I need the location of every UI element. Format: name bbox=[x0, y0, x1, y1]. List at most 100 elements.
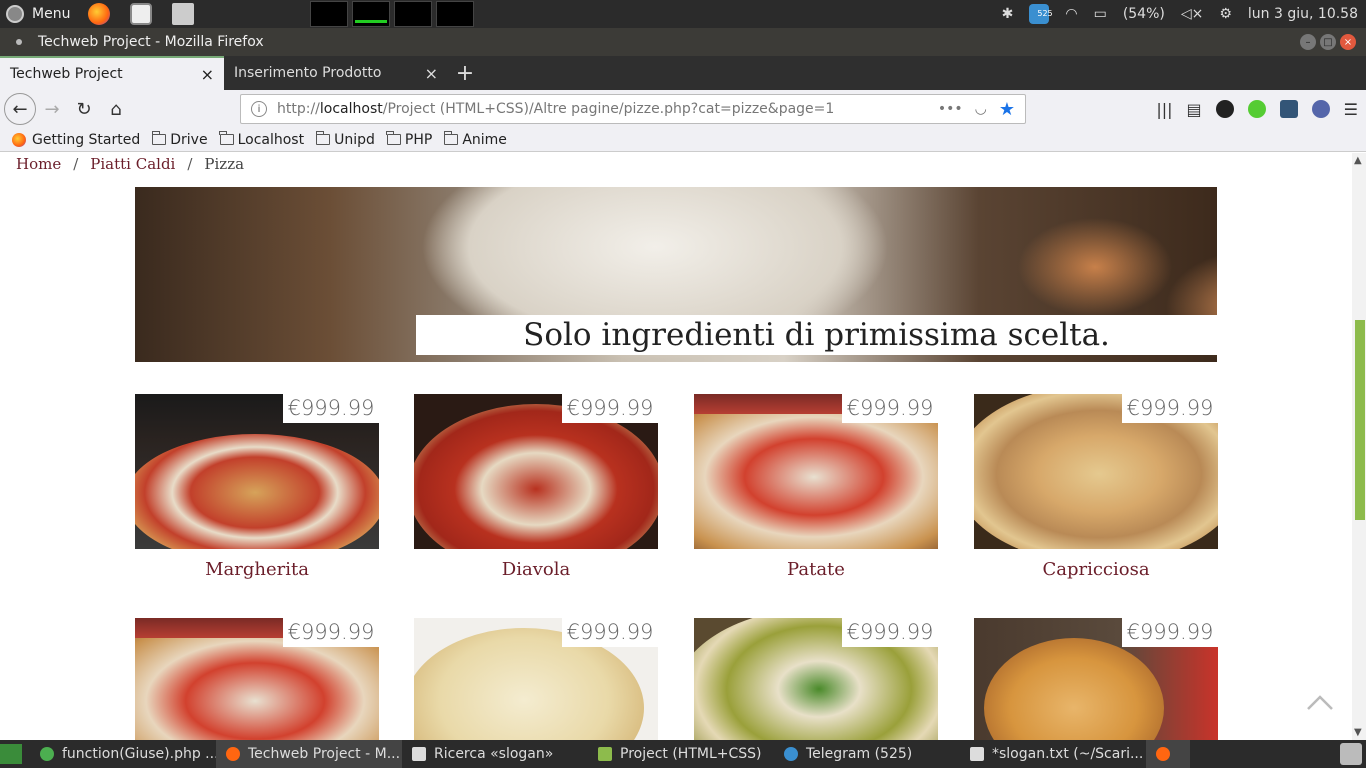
product-image: €999.99 bbox=[974, 394, 1218, 549]
close-tab-icon[interactable]: × bbox=[201, 65, 214, 84]
taskbar-item[interactable]: Telegram (525) bbox=[774, 740, 960, 768]
telegram-tray-icon[interactable]: 525 bbox=[1021, 4, 1057, 24]
breadcrumb-home-link[interactable]: Home bbox=[16, 155, 61, 173]
product-name: Capricciosa bbox=[1042, 559, 1150, 580]
product-card[interactable]: €999.99 bbox=[414, 618, 658, 740]
extension-green-icon[interactable] bbox=[1247, 100, 1266, 118]
extension-sync-icon[interactable] bbox=[1311, 100, 1330, 118]
folder-icon bbox=[443, 131, 459, 145]
document-icon bbox=[412, 747, 426, 761]
product-price: €999.99 bbox=[1122, 394, 1218, 423]
bookmark-localhost[interactable]: Localhost bbox=[219, 131, 304, 148]
back-to-top-chevron-icon[interactable] bbox=[1306, 690, 1334, 718]
memory-monitor bbox=[352, 1, 391, 27]
url-host: localhost bbox=[319, 101, 383, 117]
show-desktop-icon[interactable] bbox=[0, 744, 22, 764]
scrollbar-thumb[interactable] bbox=[1355, 320, 1365, 520]
maximize-button[interactable]: □ bbox=[1320, 34, 1336, 50]
pocket-icon[interactable]: ◡ bbox=[975, 101, 987, 117]
hamburger-menu-icon[interactable]: ☰ bbox=[1344, 100, 1358, 119]
product-image: €999.99 bbox=[694, 618, 938, 740]
product-card-diavola[interactable]: €999.99 Diavola bbox=[414, 394, 658, 580]
tab-inserimento-prodotto[interactable]: Inserimento Prodotto × bbox=[224, 56, 448, 90]
product-card[interactable]: €999.99 bbox=[135, 618, 379, 740]
tab-techweb-project[interactable]: Techweb Project × bbox=[0, 56, 224, 90]
minimize-button[interactable]: – bbox=[1300, 34, 1316, 50]
url-bar[interactable]: i http://localhost/Project (HTML+CSS)/Al… bbox=[240, 94, 1026, 124]
back-button[interactable]: ← bbox=[4, 93, 36, 125]
taskbar-label: Telegram (525) bbox=[806, 746, 913, 762]
site-info-icon[interactable]: i bbox=[251, 101, 267, 117]
bookmark-unipd[interactable]: Unipd bbox=[315, 131, 375, 148]
taskbar: function(Giuse).php ... Techweb Project … bbox=[0, 740, 1366, 768]
library-icon[interactable]: ||| bbox=[1156, 100, 1172, 119]
taskbar-item[interactable]: Project (HTML+CSS) bbox=[588, 740, 774, 768]
home-button[interactable]: ⌂ bbox=[100, 93, 132, 125]
wifi-icon[interactable]: ◠ bbox=[1057, 6, 1085, 22]
extension-dark-icon[interactable] bbox=[1215, 100, 1234, 118]
taskbar-item[interactable]: *slogan.txt (~/Scari... bbox=[960, 740, 1146, 768]
breadcrumb-piatti-caldi-link[interactable]: Piatti Caldi bbox=[90, 155, 175, 173]
taskbar-item[interactable]: Ricerca «slogan» bbox=[402, 740, 588, 768]
battery-icon[interactable]: ▭ bbox=[1086, 6, 1115, 22]
product-card-patate[interactable]: €999.99 Patate bbox=[694, 394, 938, 580]
folder-icon bbox=[315, 131, 331, 145]
page-scrollbar[interactable]: ▲ ▼ bbox=[1352, 153, 1366, 740]
bookmark-anime[interactable]: Anime bbox=[443, 131, 507, 148]
menu-label: Menu bbox=[32, 6, 71, 22]
product-image: €999.99 bbox=[694, 394, 938, 549]
close-window-button[interactable]: × bbox=[1340, 34, 1356, 50]
taskbar-item[interactable] bbox=[1146, 740, 1190, 768]
page-content: Home / Piatti Caldi / Pizza Solo ingredienti… bbox=[0, 153, 1352, 740]
product-card-margherita[interactable]: €999.99 Margherita bbox=[135, 394, 379, 580]
bookmarks-toolbar: Getting Started Drive Localhost Unipd PH… bbox=[0, 128, 1366, 152]
breadcrumb-current: Pizza bbox=[204, 155, 245, 173]
window-menu-icon[interactable] bbox=[16, 39, 22, 45]
product-card[interactable]: €999.99 bbox=[694, 618, 938, 740]
settings-gear-icon[interactable]: ⚙ bbox=[1211, 6, 1240, 22]
start-menu-button[interactable]: Menu bbox=[0, 0, 78, 28]
extension-blue-icon[interactable] bbox=[1279, 100, 1298, 118]
product-name: Patate bbox=[787, 559, 845, 580]
bookmark-drive[interactable]: Drive bbox=[151, 131, 208, 148]
bookmark-star-icon[interactable]: ★ bbox=[999, 99, 1015, 120]
telegram-icon bbox=[784, 747, 798, 761]
bluetooth-icon[interactable]: ✱ bbox=[994, 6, 1022, 22]
bookmark-php[interactable]: PHP bbox=[386, 131, 432, 148]
tool-launcher-icon[interactable] bbox=[172, 3, 195, 25]
navigation-toolbar: ← → ↻ ⌂ i http://localhost/Project (HTML… bbox=[0, 90, 1366, 128]
product-name: Margherita bbox=[205, 559, 309, 580]
page-actions-icon[interactable]: ••• bbox=[938, 101, 963, 117]
folder-icon bbox=[151, 131, 167, 145]
breadcrumb-separator: / bbox=[73, 155, 79, 173]
taskbar-label: Techweb Project - M... bbox=[248, 746, 401, 762]
trash-icon[interactable] bbox=[1340, 743, 1362, 765]
text-editor-icon bbox=[970, 747, 984, 761]
sidebar-icon[interactable]: ▤ bbox=[1187, 100, 1202, 119]
clock[interactable]: lun 3 giu, 10.58 bbox=[1240, 6, 1366, 22]
new-tab-button[interactable]: + bbox=[448, 56, 482, 90]
reload-button[interactable]: ↻ bbox=[68, 93, 100, 125]
product-card-capricciosa[interactable]: €999.99 Capricciosa bbox=[974, 394, 1218, 580]
window-titlebar: Techweb Project - Mozilla Firefox – □ × bbox=[0, 28, 1366, 56]
product-price: €999.99 bbox=[283, 394, 379, 423]
system-monitor-applets bbox=[310, 1, 475, 27]
firefox-launcher-icon[interactable] bbox=[88, 3, 111, 25]
taskbar-item[interactable]: Techweb Project - M... bbox=[216, 740, 402, 768]
scroll-down-icon[interactable]: ▼ bbox=[1354, 727, 1362, 738]
product-price: €999.99 bbox=[562, 394, 658, 423]
forward-button[interactable]: → bbox=[36, 93, 68, 125]
telegram-badge: 525 bbox=[1029, 4, 1053, 24]
text-editor-launcher-icon[interactable] bbox=[130, 3, 153, 25]
product-card[interactable]: €999.99 bbox=[974, 618, 1218, 740]
ubuntu-logo-icon bbox=[6, 5, 24, 23]
close-tab-icon[interactable]: × bbox=[425, 64, 438, 83]
firefox-icon bbox=[226, 747, 240, 761]
scroll-up-icon[interactable]: ▲ bbox=[1354, 155, 1362, 166]
breadcrumb-separator: / bbox=[187, 155, 193, 173]
volume-muted-icon[interactable]: ◁× bbox=[1173, 6, 1212, 22]
bookmark-getting-started[interactable]: Getting Started bbox=[12, 132, 140, 148]
taskbar-label: Project (HTML+CSS) bbox=[620, 746, 762, 762]
product-image: €999.99 bbox=[414, 394, 658, 549]
taskbar-item[interactable]: function(Giuse).php ... bbox=[30, 740, 216, 768]
